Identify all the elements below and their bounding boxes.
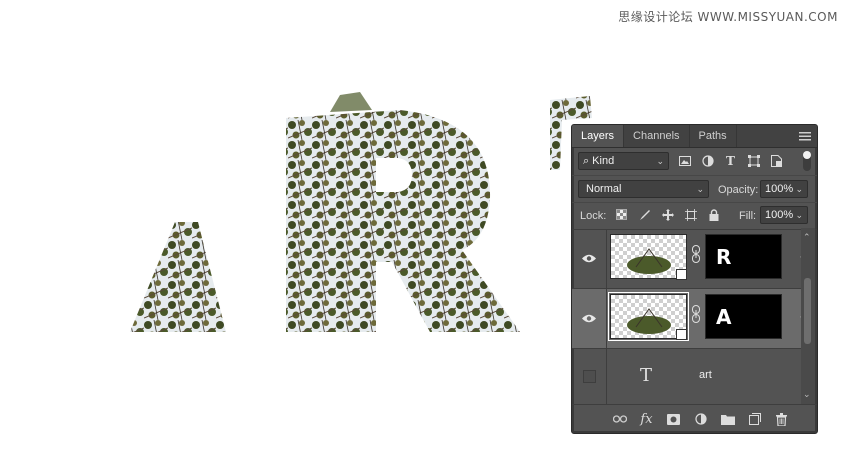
opacity-value: 100%: [765, 183, 794, 195]
layer-mask-thumbnail[interactable]: R: [705, 234, 782, 279]
lock-label: Lock:: [580, 210, 607, 222]
layer-row-selected[interactable]: A ·: [572, 289, 803, 349]
blend-mode-value: Normal: [586, 183, 622, 195]
panel-tabs: Layers Channels Paths: [572, 125, 817, 148]
lock-paint-icon[interactable]: [636, 206, 653, 223]
lock-all-icon[interactable]: [705, 206, 722, 223]
letter-a-shape: [130, 222, 226, 332]
mask-link-icon[interactable]: [691, 245, 703, 266]
trash-icon[interactable]: [773, 410, 791, 428]
layer-name[interactable]: art: [699, 369, 712, 381]
lock-move-icon[interactable]: [659, 206, 676, 223]
letter-r-shape: [286, 92, 520, 332]
type-filter-icon[interactable]: T: [722, 152, 739, 169]
adjustment-filter-icon[interactable]: [699, 152, 716, 169]
filter-row: ⌕ Kind ⌄ T: [572, 148, 817, 175]
scroll-up-icon[interactable]: ⌃: [803, 232, 811, 243]
layers-scrollbar[interactable]: ⌃ ⌄: [801, 228, 815, 404]
layer-row[interactable]: T art: [572, 349, 801, 404]
blend-mode-select[interactable]: Normal ⌄: [578, 180, 709, 198]
opacity-label: Opacity:: [718, 184, 759, 196]
fill-input[interactable]: 100% ⌄: [760, 206, 808, 224]
tab-channels[interactable]: Channels: [624, 125, 690, 147]
opacity-input[interactable]: 100% ⌄: [760, 180, 808, 198]
smart-object-filter-icon[interactable]: [768, 152, 785, 169]
visibility-toggle[interactable]: [572, 289, 607, 348]
new-group-icon[interactable]: [719, 410, 737, 428]
type-layer-icon: T: [640, 365, 653, 386]
visibility-toggle[interactable]: [572, 229, 607, 288]
tab-paths[interactable]: Paths: [690, 125, 737, 147]
filter-kind-select[interactable]: ⌕ Kind ⌄: [578, 152, 669, 170]
layers-panel: Layers Channels Paths ⌕ Kind ⌄ T Normal …: [571, 124, 818, 434]
lock-row: Lock: Fill: 100% ⌄: [572, 202, 817, 230]
lock-artboard-icon[interactable]: [682, 206, 699, 223]
fill-label: Fill:: [739, 210, 757, 222]
chevron-down-icon: ⌄: [656, 155, 664, 166]
shape-filter-icon[interactable]: [745, 152, 762, 169]
lock-transparent-icon[interactable]: [613, 206, 630, 223]
scrollbar-thumb[interactable]: [804, 278, 811, 344]
filter-kind-label: Kind: [592, 155, 615, 167]
panel-footer: fx: [572, 404, 817, 433]
adjustment-layer-icon[interactable]: [692, 410, 710, 428]
link-layers-icon[interactable]: [611, 410, 629, 428]
tab-layers[interactable]: Layers: [572, 125, 625, 147]
smart-object-badge-icon: [676, 269, 687, 280]
hidden-visibility-box: [582, 370, 596, 383]
fx-icon[interactable]: fx: [638, 410, 656, 428]
add-mask-icon[interactable]: [665, 410, 683, 428]
eye-icon: [582, 254, 596, 263]
filter-toggle[interactable]: [803, 151, 811, 171]
panel-menu-icon[interactable]: [793, 125, 817, 147]
image-filter-icon[interactable]: [676, 152, 693, 169]
scroll-down-icon[interactable]: ⌄: [803, 389, 811, 400]
fill-value: 100%: [765, 209, 794, 221]
mask-link-icon[interactable]: [691, 305, 703, 326]
visibility-toggle[interactable]: [572, 349, 607, 404]
chevron-down-icon: ⌄: [696, 183, 704, 194]
blend-row: Normal ⌄ Opacity: 100% ⌄: [572, 175, 817, 203]
layer-mask-thumbnail[interactable]: A: [705, 294, 782, 339]
layer-row[interactable]: R ·: [572, 229, 803, 289]
smart-object-badge-icon: [676, 329, 687, 340]
chevron-down-icon: ⌄: [795, 209, 803, 220]
eye-icon: [582, 314, 596, 323]
new-layer-icon[interactable]: [746, 410, 764, 428]
search-icon: ⌕: [583, 154, 590, 167]
chevron-down-icon: ⌄: [795, 183, 803, 194]
